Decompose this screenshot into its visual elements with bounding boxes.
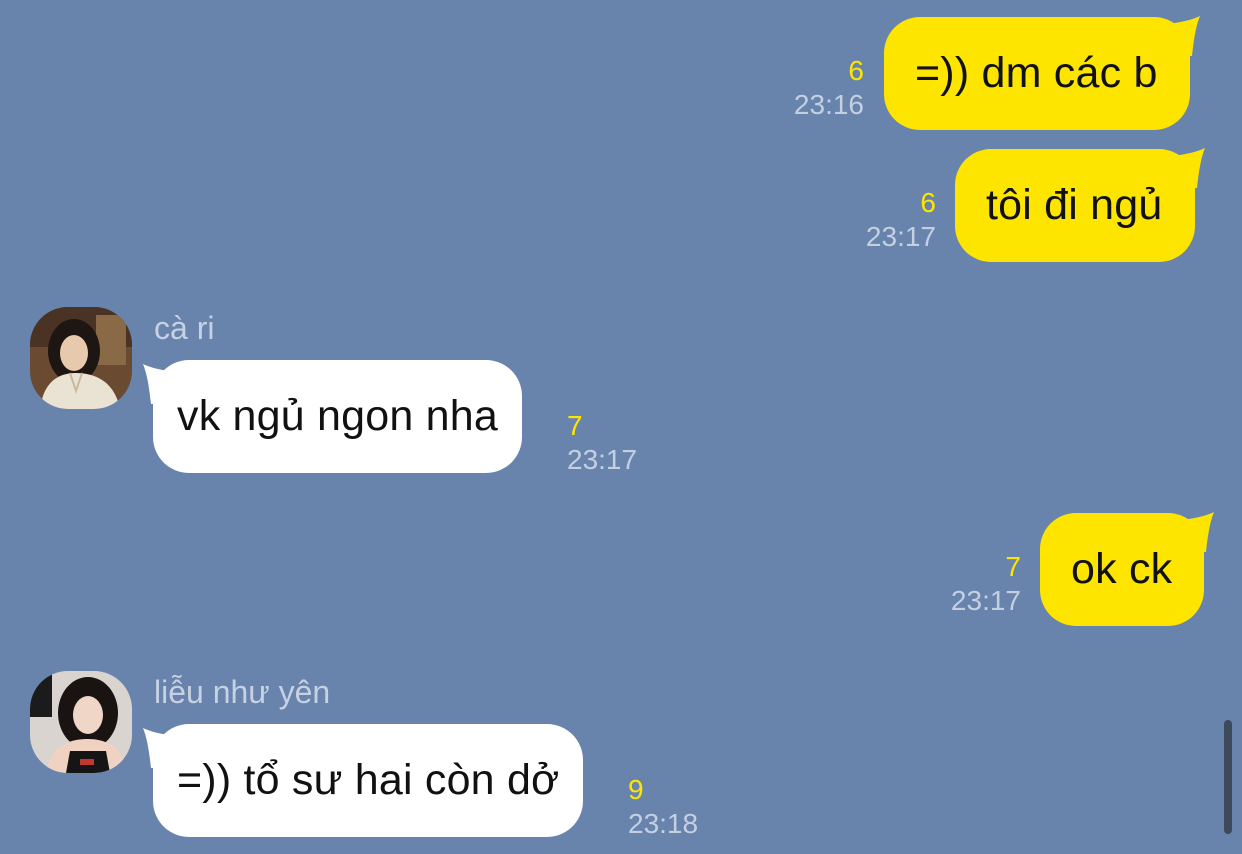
message-time: 23:17: [950, 585, 1021, 616]
outgoing-message-bubble[interactable]: ok ck: [1040, 512, 1215, 626]
unread-count: 9: [628, 774, 644, 805]
message-meta: 9 23:18: [628, 773, 698, 841]
sender-name: liễu như yên: [154, 674, 331, 710]
bubble-tail-icon: [1182, 512, 1215, 552]
bubble-tail-icon: [1167, 16, 1200, 56]
message-text: =)) dm các b: [915, 49, 1158, 97]
avatar[interactable]: [30, 307, 132, 409]
message-time: 23:16: [793, 89, 864, 120]
avatar[interactable]: [30, 671, 132, 773]
message-meta: 6 23:16: [794, 54, 864, 122]
profile-photo-icon: [30, 671, 132, 773]
bubble-tail-icon: [1172, 148, 1205, 188]
profile-photo-icon: [30, 307, 132, 409]
outgoing-message-bubble[interactable]: tôi đi ngủ: [955, 148, 1205, 262]
bubble-tail-icon: [143, 364, 175, 404]
sender-name: cà ri: [154, 310, 215, 346]
message-time: 23:17: [567, 444, 638, 475]
unread-count: 6: [920, 187, 936, 218]
bubble-tail-icon: [143, 728, 175, 768]
message-meta: 7 23:17: [567, 409, 637, 477]
incoming-message-bubble[interactable]: vk ngủ ngon nha: [143, 360, 522, 473]
unread-count: 7: [1005, 551, 1021, 582]
message-time: 23:18: [628, 808, 699, 839]
incoming-message-bubble[interactable]: =)) tổ sư hai còn dở: [143, 724, 584, 837]
scrollbar[interactable]: [1224, 720, 1232, 834]
message-text: ok ck: [1071, 545, 1173, 593]
message-text: =)) tổ sư hai còn dở: [177, 756, 560, 804]
unread-count: 6: [848, 55, 864, 86]
outgoing-message-bubble[interactable]: =)) dm các b: [884, 16, 1200, 130]
message-text: tôi đi ngủ: [986, 181, 1163, 229]
unread-count: 7: [567, 410, 583, 441]
message-time: 23:17: [865, 221, 936, 252]
message-meta: 6 23:17: [866, 186, 936, 254]
message-text: vk ngủ ngon nha: [177, 392, 498, 440]
message-meta: 7 23:17: [951, 550, 1021, 618]
